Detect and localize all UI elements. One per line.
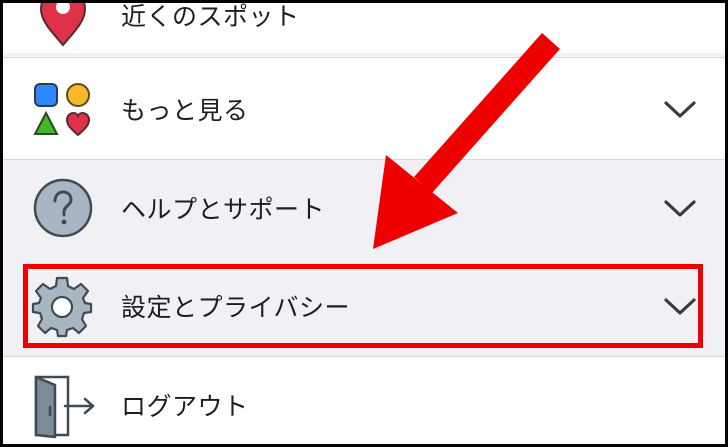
menu-item-label: 近くのスポット (121, 2, 300, 31)
menu-item-see-more[interactable]: もっと見る (3, 58, 725, 159)
menu-item-help-support[interactable]: ヘルプとサポート (3, 160, 725, 256)
shapes-icon (33, 83, 91, 137)
door-exit-icon (34, 375, 95, 439)
menu-item-nearby-spots[interactable]: 近くのスポット (3, 2, 725, 53)
menu-item-settings-privacy[interactable]: 設定とプライバシー (3, 256, 725, 356)
menu-item-label: ログアウト (121, 391, 249, 421)
chevron-down-icon[interactable] (663, 197, 697, 219)
menu-item-label: ヘルプとサポート (121, 195, 326, 224)
gear-icon (31, 276, 93, 338)
question-circle-icon (33, 178, 93, 238)
menu-item-label: もっと見る (121, 95, 249, 125)
menu-screen: 近くのスポット もっと見る ヘルプとサポート 設定とプライバシー ログアウト (0, 0, 728, 447)
chevron-down-icon[interactable] (663, 295, 697, 317)
location-pin-icon (39, 3, 87, 47)
chevron-down-icon[interactable] (663, 98, 697, 120)
menu-item-label: 設定とプライバシー (121, 293, 351, 322)
menu-item-logout[interactable]: ログアウト (3, 357, 725, 444)
